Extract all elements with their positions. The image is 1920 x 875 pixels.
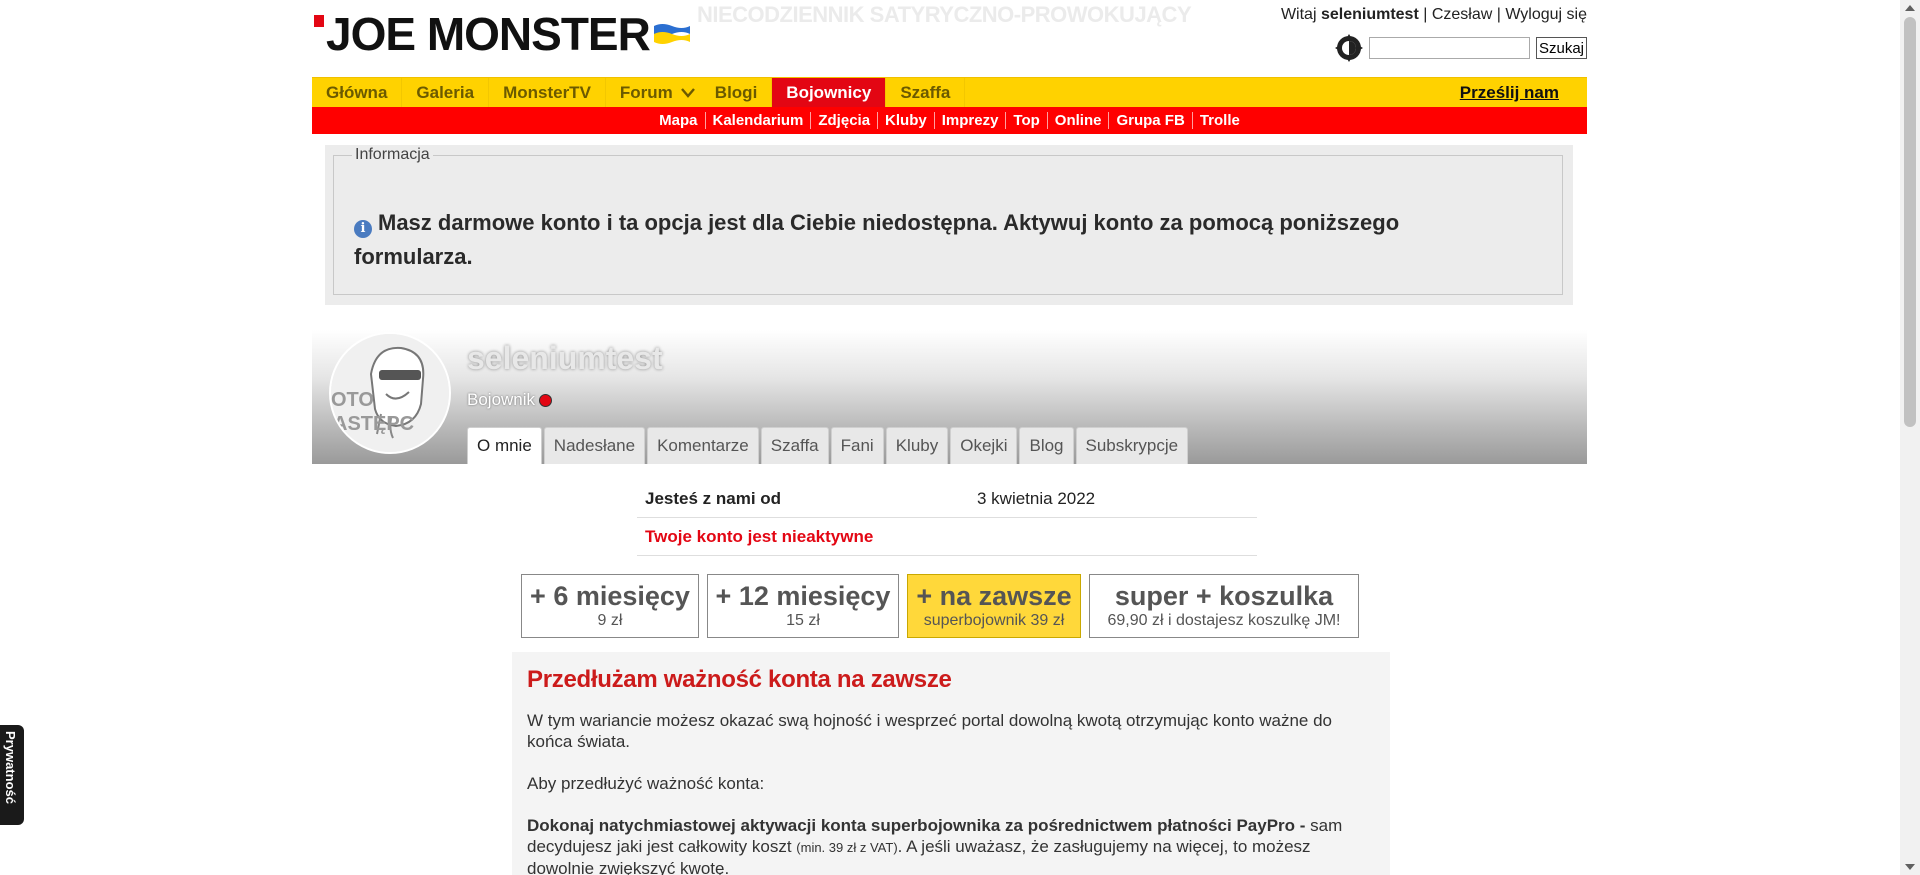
- profile-tabs: O mnie Nadesłane Komentarze Szaffa Fani …: [467, 427, 1189, 464]
- scroll-down-icon[interactable]: [1905, 864, 1915, 870]
- plan-heading: Przedłużam ważność konta na zawsze: [527, 666, 952, 693]
- plan-title: super + koszulka: [1114, 581, 1334, 611]
- tab-fani[interactable]: Fani: [830, 427, 884, 464]
- avatar-placeholder-icon: OTO ASTĘPC: [331, 334, 449, 452]
- plan-description: Przedłużam ważność konta na zawsze W tym…: [512, 652, 1390, 875]
- username-link[interactable]: seleniumtest: [1321, 6, 1419, 23]
- info-message-text: Masz darmowe konto i ta opcja jest dla C…: [354, 210, 1400, 269]
- plan-12-months[interactable]: + 12 miesięcy 15 zł: [707, 574, 899, 638]
- chevron-down-icon[interactable]: [677, 78, 701, 108]
- nav-item-blogi[interactable]: Blogi: [701, 78, 773, 108]
- user-bar: Witaj seleniumtest | Czesław | Wyloguj s…: [1280, 6, 1587, 23]
- subnav-item-mapa[interactable]: Mapa: [652, 112, 706, 129]
- scrollbar-thumb[interactable]: [1904, 17, 1916, 427]
- status-dot-icon: [539, 393, 553, 407]
- privacy-tab[interactable]: Prywatność: [0, 725, 24, 825]
- info-legend: Informacja: [352, 146, 433, 164]
- rank-label: Bojownik: [467, 390, 536, 409]
- page-scrollbar[interactable]: [1900, 0, 1920, 875]
- plan-title: + 12 miesięcy: [715, 581, 891, 611]
- joined-row: Jesteś z nami od 3 kwietnia 2022: [637, 480, 1257, 518]
- avatar[interactable]: OTO ASTĘPC: [329, 332, 451, 454]
- logo-text: JOE MONSTER: [326, 8, 651, 60]
- nav-item-galeria[interactable]: Galeria: [402, 78, 490, 108]
- subnav-item-top[interactable]: Top: [1006, 112, 1048, 129]
- nav-item-szaffa[interactable]: Szaffa: [886, 78, 966, 108]
- inactive-row: Twoje konto jest nieaktywne: [637, 518, 1257, 556]
- search-button[interactable]: Szukaj: [1535, 37, 1587, 59]
- plan-title: + 6 miesięcy: [530, 581, 690, 611]
- tab-kluby[interactable]: Kluby: [885, 427, 949, 464]
- subnav-item-imprezy[interactable]: Imprezy: [935, 112, 1007, 129]
- logo-mark: [314, 15, 324, 27]
- ukraine-flag-icon: [654, 24, 690, 44]
- tab-subskrypcje[interactable]: Subskrypcje: [1075, 427, 1189, 464]
- subnav-item-grupa-fb[interactable]: Grupa FB: [1109, 112, 1193, 129]
- tab-szaffa[interactable]: Szaffa: [760, 427, 829, 464]
- search-input[interactable]: [1368, 37, 1530, 59]
- nav-item-bojownicy[interactable]: Bojownicy: [772, 78, 887, 108]
- plan-price: superbojownik 39 zł: [923, 612, 1065, 629]
- profile-rank: Bojownik: [467, 390, 553, 410]
- tab-o-mnie[interactable]: O mnie: [467, 427, 542, 464]
- info-message: i Masz darmowe konto i ta opcja jest dla …: [354, 206, 1434, 274]
- info-fieldset: Informacja i Masz darmowe konto i ta opcj…: [333, 146, 1563, 295]
- payment-method-text: Dokonaj natychmiastowej aktywacji konta …: [527, 816, 1306, 835]
- tab-komentarze[interactable]: Komentarze: [647, 427, 759, 464]
- plan-super-tshirt[interactable]: super + koszulka 69,90 zł i dostajesz ko…: [1089, 574, 1359, 638]
- nav-item-glowna[interactable]: Główna: [312, 78, 403, 108]
- profile-header: OTO ASTĘPC seleniumtest Bojownik O mnie …: [312, 330, 1587, 464]
- joined-label: Jesteś z nami od: [645, 488, 782, 508]
- theme-toggle-icon[interactable]: [1334, 34, 1363, 62]
- subnav-item-zdjecia[interactable]: Zdjęcia: [811, 112, 879, 129]
- plan-options: + 6 miesięcy 9 zł + 12 miesięcy 15 zł + …: [521, 574, 1359, 638]
- profile-details: Jesteś z nami od 3 kwietnia 2022 Twoje k…: [637, 480, 1257, 556]
- sub-nav: Mapa Kalendarium Zdjęcia Kluby Imprezy T…: [312, 107, 1587, 134]
- profile-name: seleniumtest: [467, 340, 663, 376]
- subnav-item-kalendarium[interactable]: Kalendarium: [706, 112, 812, 129]
- main-nav: Główna Galeria MonsterTV Forum Blogi Boj…: [312, 77, 1587, 108]
- description-paragraph-2: Aby przedłużyć ważność konta:: [527, 774, 765, 793]
- tab-blog[interactable]: Blog: [1019, 427, 1074, 464]
- subnav-item-kluby[interactable]: Kluby: [878, 112, 935, 129]
- info-icon: i: [354, 220, 372, 238]
- avatar-text-2: ASTĘPC: [333, 413, 414, 435]
- plan-6-months[interactable]: + 6 miesięcy 9 zł: [521, 574, 699, 638]
- nav-item-forum[interactable]: Forum: [606, 78, 677, 108]
- nav-item-monstertv[interactable]: MonsterTV: [489, 78, 606, 108]
- joined-value: 3 kwietnia 2022: [977, 488, 1096, 508]
- avatar-text-1: OTO: [331, 389, 374, 411]
- logout-link[interactable]: Wyloguj się: [1505, 6, 1587, 23]
- description-paragraph-1: W tym wariancie możesz okazać swą hojnoś…: [527, 711, 1333, 751]
- plan-price: 15 zł: [786, 612, 820, 629]
- min-price-note: (min. 39 zł z VAT): [796, 840, 898, 855]
- plan-title: + na zawsze: [916, 581, 1072, 611]
- scroll-up-icon[interactable]: [1905, 5, 1915, 11]
- plan-price: 69,90 zł i dostajesz koszulkę JM!: [1107, 612, 1341, 629]
- description-paragraph-3: Dokonaj natychmiastowej aktywacji konta …: [527, 815, 1375, 875]
- search-bar: Szukaj: [1334, 34, 1587, 62]
- plan-price: 9 zł: [597, 612, 623, 629]
- site-logo[interactable]: JOE MONSTER: [314, 8, 651, 60]
- site-tagline: NIECODZIENNIK SATYRYCZNO-PROWOKUJĄCY: [697, 2, 1192, 27]
- page-wrapper: JOE MONSTER NIECODZIENNIK SATYRYCZNO-PRO…: [312, 0, 1587, 875]
- greeting-text: Witaj: [1280, 6, 1317, 23]
- submit-link[interactable]: Prześlij nam: [1460, 78, 1587, 108]
- tab-nadeslane[interactable]: Nadesłane: [543, 427, 646, 464]
- subnav-item-trolle[interactable]: Trolle: [1193, 112, 1247, 129]
- plan-forever[interactable]: + na zawsze superbojownik 39 zł: [907, 574, 1081, 638]
- inactive-notice: Twoje konto jest nieaktywne: [645, 526, 874, 546]
- info-panel: Informacja i Masz darmowe konto i ta opcj…: [325, 145, 1573, 305]
- privacy-label: Prywatność: [3, 731, 18, 804]
- subnav-item-online[interactable]: Online: [1048, 112, 1110, 129]
- city-link[interactable]: Czesław: [1432, 6, 1492, 23]
- tab-okejki[interactable]: Okejki: [950, 427, 1018, 464]
